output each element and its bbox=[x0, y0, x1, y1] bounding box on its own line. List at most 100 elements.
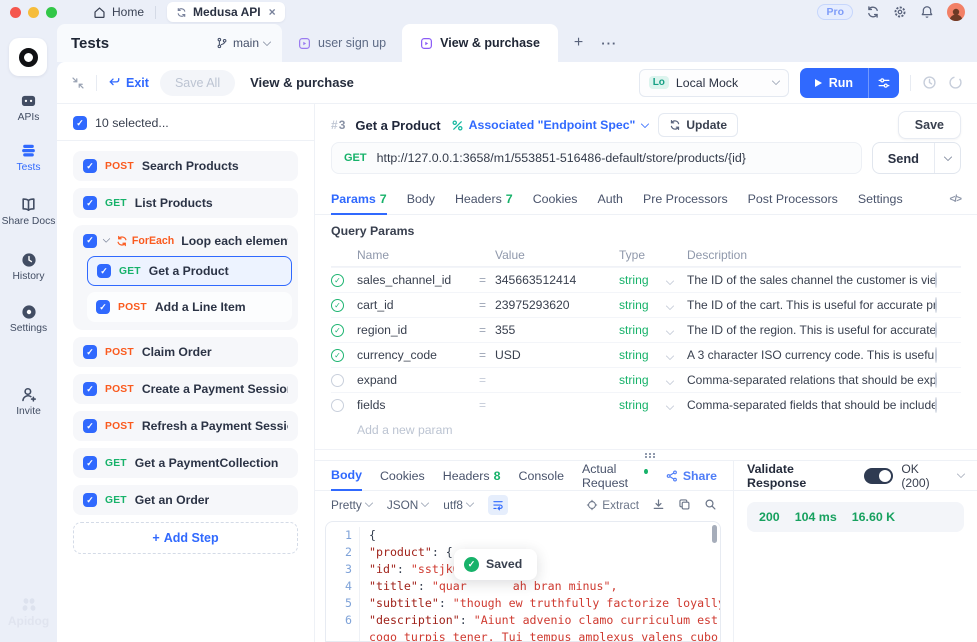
run-options-button[interactable] bbox=[868, 68, 899, 98]
param-value[interactable]: 345663512414 bbox=[495, 273, 619, 287]
tab-response-headers[interactable]: Headers 8 bbox=[443, 461, 501, 490]
share-button[interactable]: Share bbox=[666, 469, 717, 483]
step-add-a-line-item[interactable]: ✓ POST Add a Line Item bbox=[87, 292, 292, 322]
scrollbar-thumb[interactable] bbox=[712, 525, 717, 543]
chevron-down-icon[interactable] bbox=[666, 277, 674, 285]
close-window-button[interactable] bbox=[10, 7, 21, 18]
step-search-products[interactable]: ✓ POST Search Products bbox=[73, 151, 298, 181]
tab-response-body[interactable]: Body bbox=[331, 462, 362, 491]
sidebar-item-tests[interactable]: Tests bbox=[0, 142, 57, 173]
sidebar-item-history[interactable]: History bbox=[0, 252, 57, 282]
project-tab[interactable]: Medusa API × bbox=[167, 2, 285, 22]
panel-splitter[interactable] bbox=[315, 449, 977, 460]
chevron-down-icon[interactable] bbox=[666, 377, 674, 385]
add-param-row[interactable]: Add a new param bbox=[331, 417, 961, 443]
word-wrap-button[interactable] bbox=[488, 495, 508, 515]
user-avatar[interactable] bbox=[947, 3, 965, 21]
code-icon[interactable]: </> bbox=[950, 194, 961, 205]
param-row[interactable]: ✓ cart_id = 23975293620 string The ID of… bbox=[331, 292, 961, 317]
param-value[interactable]: USD bbox=[495, 348, 619, 362]
step-checkbox[interactable]: ✓ bbox=[83, 159, 97, 173]
extract-button[interactable]: Extract bbox=[586, 498, 639, 512]
param-name[interactable]: cart_id bbox=[357, 298, 479, 312]
pro-badge[interactable]: Pro bbox=[817, 4, 853, 20]
gear-icon[interactable] bbox=[893, 5, 907, 19]
param-enabled-checkbox[interactable]: ✓ bbox=[331, 374, 344, 387]
chevron-down-icon[interactable] bbox=[666, 352, 674, 360]
collapse-icon[interactable] bbox=[71, 76, 85, 90]
chevron-down-icon[interactable] bbox=[666, 327, 674, 335]
param-description[interactable]: The ID of the region. This is useful for… bbox=[687, 323, 935, 337]
param-enabled-checkbox[interactable]: ✓ bbox=[331, 299, 344, 312]
format-select[interactable]: Pretty bbox=[331, 498, 372, 512]
step-get-an-order[interactable]: ✓ GET Get an Order bbox=[73, 485, 298, 515]
tab-response-cookies[interactable]: Cookies bbox=[380, 461, 425, 490]
more-tabs-button[interactable]: ··· bbox=[601, 36, 617, 51]
tab-headers[interactable]: Headers 7 bbox=[455, 184, 513, 214]
validate-response-toggle[interactable] bbox=[864, 468, 894, 484]
drag-handle-icon[interactable] bbox=[645, 453, 647, 455]
param-value[interactable]: 23975293620 bbox=[495, 298, 619, 312]
sidebar-item-invite[interactable]: Invite bbox=[0, 386, 57, 417]
tab-post-processors[interactable]: Post Processors bbox=[748, 184, 838, 214]
exit-button[interactable]: Exit bbox=[108, 76, 149, 90]
tab-params[interactable]: Params 7 bbox=[331, 185, 387, 215]
param-description[interactable]: Comma-separated relations that should be… bbox=[687, 373, 935, 387]
app-logo[interactable] bbox=[9, 38, 47, 76]
param-row[interactable]: ✓ currency_code = USD string A 3 charact… bbox=[331, 342, 961, 367]
remove-param-icon[interactable] bbox=[935, 397, 937, 413]
param-description[interactable]: The ID of the cart. This is useful for a… bbox=[687, 298, 935, 312]
select-all-checkbox[interactable]: ✓ bbox=[73, 116, 87, 130]
param-name[interactable]: fields bbox=[357, 398, 479, 412]
home-tab[interactable]: Home bbox=[93, 5, 144, 19]
step-checkbox[interactable]: ✓ bbox=[83, 382, 97, 396]
tab-cookies[interactable]: Cookies bbox=[533, 184, 578, 214]
param-enabled-checkbox[interactable]: ✓ bbox=[331, 274, 344, 287]
restore-icon[interactable] bbox=[948, 75, 963, 90]
sidebar-item-share-docs[interactable]: Share Docs bbox=[0, 196, 57, 227]
param-row[interactable]: ✓ expand = string Comma-separated relati… bbox=[331, 367, 961, 392]
tab-view-and-purchase[interactable]: View & purchase bbox=[402, 24, 558, 62]
search-icon[interactable] bbox=[704, 498, 717, 511]
param-name[interactable]: currency_code bbox=[357, 348, 479, 362]
step-checkbox[interactable]: ✓ bbox=[83, 419, 97, 433]
param-name[interactable]: sales_channel_id bbox=[357, 273, 479, 287]
param-enabled-checkbox[interactable]: ✓ bbox=[331, 349, 344, 362]
run-history-icon[interactable] bbox=[922, 75, 937, 90]
chevron-down-icon[interactable] bbox=[666, 402, 674, 410]
step-list-products[interactable]: ✓ GET List Products bbox=[73, 188, 298, 218]
param-type[interactable]: string bbox=[619, 323, 667, 337]
language-select[interactable]: JSON bbox=[387, 498, 428, 512]
tab-console[interactable]: Console bbox=[519, 461, 564, 490]
sync-icon[interactable] bbox=[866, 5, 880, 19]
step-checkbox[interactable]: ✓ bbox=[83, 456, 97, 470]
step-create-payment-session[interactable]: ✓ POST Create a Payment Session bbox=[73, 374, 298, 404]
step-refresh-payment-session[interactable]: ✓ POST Refresh a Payment Session bbox=[73, 411, 298, 441]
chevron-down-icon[interactable] bbox=[957, 470, 965, 478]
send-options-button[interactable] bbox=[934, 143, 960, 173]
minimize-window-button[interactable] bbox=[28, 7, 39, 18]
copy-icon[interactable] bbox=[678, 498, 691, 511]
param-type[interactable]: string bbox=[619, 348, 667, 362]
step-get-paymentcollection[interactable]: ✓ GET Get a PaymentCollection bbox=[73, 448, 298, 478]
environment-select[interactable]: Lo Local Mock bbox=[639, 69, 789, 97]
update-button[interactable]: Update bbox=[658, 113, 738, 137]
remove-param-icon[interactable] bbox=[935, 372, 937, 388]
step-get-a-product[interactable]: ✓ GET Get a Product bbox=[87, 256, 292, 286]
add-scenario-tab-button[interactable]: + bbox=[574, 34, 583, 52]
param-row[interactable]: ✓ region_id = 355 string The ID of the r… bbox=[331, 317, 961, 342]
bell-icon[interactable] bbox=[920, 5, 934, 19]
chevron-down-icon[interactable] bbox=[103, 235, 111, 243]
response-meta-chip[interactable]: 200 104 ms 16.60 K bbox=[747, 502, 964, 532]
run-button[interactable]: Run bbox=[800, 68, 868, 98]
step-claim-order[interactable]: ✓ POST Claim Order bbox=[73, 337, 298, 367]
encoding-select[interactable]: utf8 bbox=[443, 498, 473, 512]
param-type[interactable]: string bbox=[619, 298, 667, 312]
remove-param-icon[interactable] bbox=[935, 347, 937, 363]
tab-user-sign-up[interactable]: user sign up bbox=[282, 24, 402, 62]
tab-settings[interactable]: Settings bbox=[858, 184, 903, 214]
zoom-window-button[interactable] bbox=[46, 7, 57, 18]
param-type[interactable]: string bbox=[619, 373, 667, 387]
close-project-tab-icon[interactable]: × bbox=[269, 6, 276, 18]
param-name[interactable]: expand bbox=[357, 373, 479, 387]
